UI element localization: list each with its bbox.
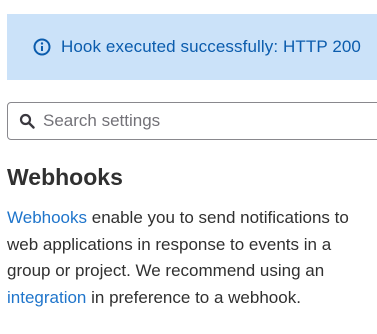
search-icon bbox=[19, 113, 35, 129]
alert-message: Hook executed successfully: HTTP 200 bbox=[61, 37, 361, 56]
webhooks-link[interactable]: Webhooks bbox=[7, 208, 87, 227]
search-input[interactable] bbox=[43, 111, 363, 131]
integration-link[interactable]: integration bbox=[7, 288, 86, 307]
info-circle-icon bbox=[33, 38, 51, 56]
description-text-2: in preference to a webhook. bbox=[86, 287, 301, 307]
success-alert: Hook executed successfully: HTTP 200 bbox=[7, 14, 377, 80]
section-description: Webhooks enable you to send notification… bbox=[7, 205, 375, 311]
page-title: Webhooks bbox=[7, 164, 123, 190]
search-settings-box[interactable] bbox=[7, 102, 377, 140]
